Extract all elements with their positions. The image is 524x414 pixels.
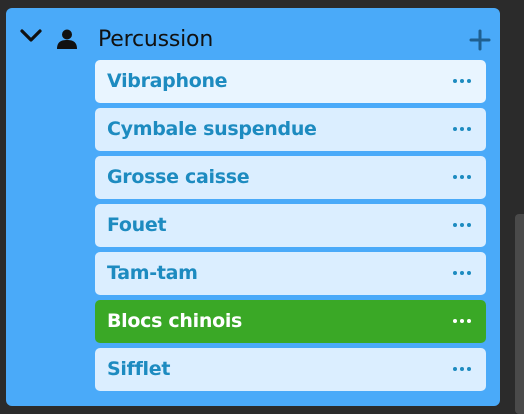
more-options-icon[interactable] — [452, 122, 472, 136]
list-item-tam-tam[interactable]: Tam-tam — [95, 252, 486, 295]
more-options-icon[interactable] — [452, 314, 472, 328]
list-item-fouet[interactable]: Fouet — [95, 204, 486, 247]
instrument-label: Grosse caisse — [107, 166, 250, 188]
scrollbar[interactable] — [515, 214, 524, 414]
plus-icon[interactable] — [469, 29, 491, 51]
instrument-label: Blocs chinois — [107, 310, 243, 332]
more-options-icon[interactable] — [452, 74, 472, 88]
chevron-down-icon[interactable] — [19, 28, 43, 44]
instrument-label: Tam-tam — [107, 262, 198, 284]
instrument-group-panel: Percussion Vibraphone Cymbale suspendue … — [6, 8, 500, 406]
person-icon — [57, 29, 77, 49]
group-title: Percussion — [98, 27, 214, 52]
instrument-label: Fouet — [107, 214, 167, 236]
list-item-blocs-chinois[interactable]: Blocs chinois — [95, 300, 486, 343]
list-item-vibraphone[interactable]: Vibraphone — [95, 60, 486, 103]
more-options-icon[interactable] — [452, 170, 472, 184]
list-item-grosse-caisse[interactable]: Grosse caisse — [95, 156, 486, 199]
group-header: Percussion — [6, 8, 500, 58]
more-options-icon[interactable] — [452, 362, 472, 376]
instrument-label: Cymbale suspendue — [107, 118, 317, 140]
list-item-sifflet[interactable]: Sifflet — [95, 348, 486, 391]
instrument-label: Vibraphone — [107, 70, 228, 92]
list-item-cymbale-suspendue[interactable]: Cymbale suspendue — [95, 108, 486, 151]
more-options-icon[interactable] — [452, 218, 472, 232]
instrument-label: Sifflet — [107, 358, 171, 380]
more-options-icon[interactable] — [452, 266, 472, 280]
